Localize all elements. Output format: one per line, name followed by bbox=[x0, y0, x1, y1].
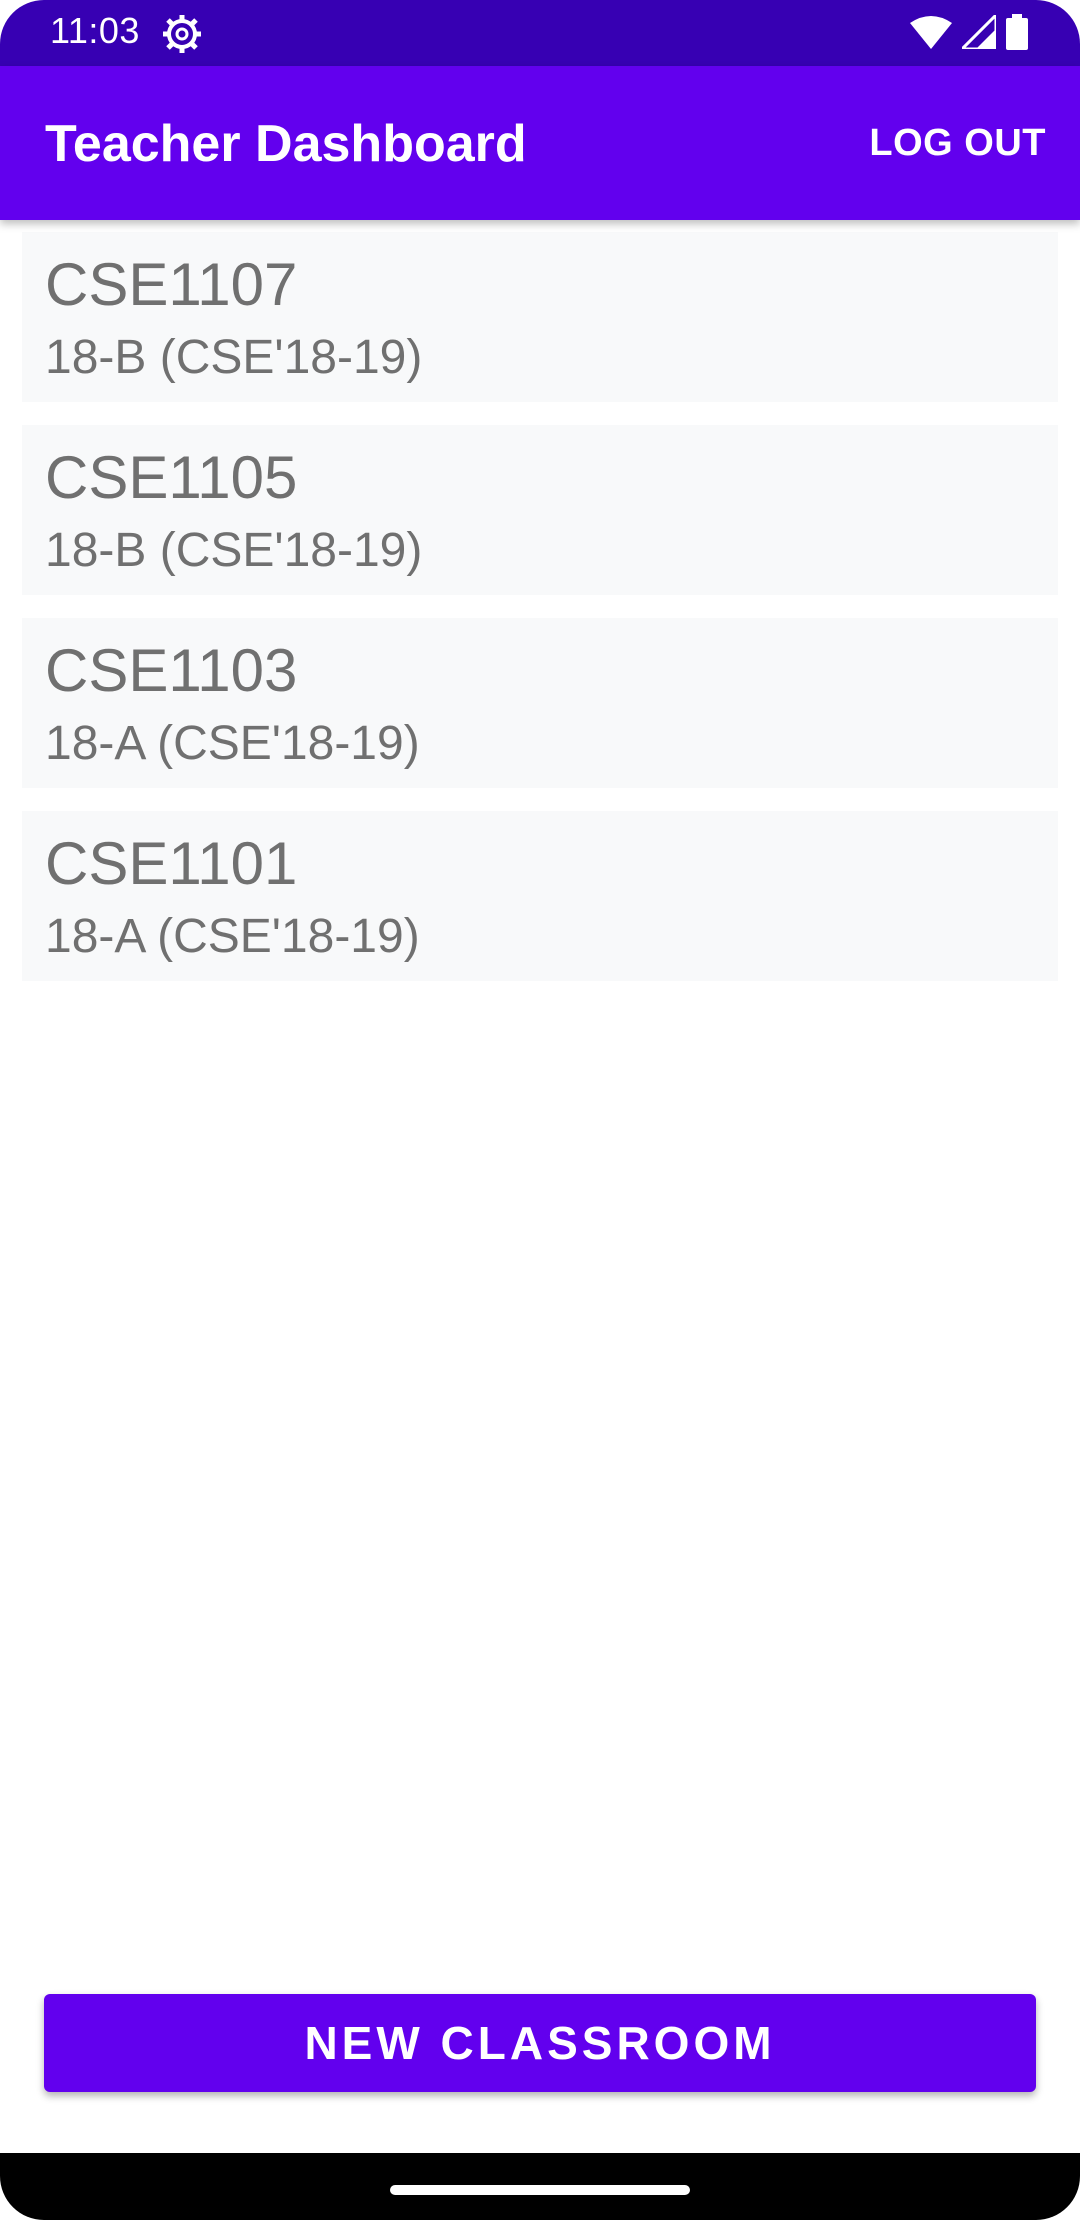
course-code: CSE1105 bbox=[45, 444, 298, 511]
signal-icon bbox=[958, 11, 998, 54]
course-section: 18-B (CSE'18-19) bbox=[45, 524, 423, 577]
home-handle[interactable] bbox=[390, 2185, 690, 2195]
battery-icon bbox=[1006, 14, 1028, 55]
course-item-cse1103[interactable]: CSE1103 18-A (CSE'18-19) bbox=[22, 618, 1058, 788]
course-section: 18-B (CSE'18-19) bbox=[45, 331, 423, 384]
course-code: CSE1103 bbox=[45, 637, 298, 704]
status-icons bbox=[910, 11, 1028, 55]
course-section: 18-A (CSE'18-19) bbox=[45, 910, 420, 963]
course-item-cse1105[interactable]: CSE1105 18-B (CSE'18-19) bbox=[22, 425, 1058, 595]
logout-button[interactable]: LOG OUT bbox=[869, 122, 1046, 165]
course-item-cse1107[interactable]: CSE1107 18-B (CSE'18-19) bbox=[22, 232, 1058, 402]
navigation-bar bbox=[0, 2153, 1080, 2220]
status-time: 11:03 bbox=[50, 10, 140, 51]
wifi-icon bbox=[910, 15, 952, 54]
course-item-cse1101[interactable]: CSE1101 18-A (CSE'18-19) bbox=[22, 811, 1058, 981]
course-code: CSE1107 bbox=[45, 251, 298, 318]
page-title: Teacher Dashboard bbox=[45, 115, 527, 173]
new-classroom-button[interactable]: NEW CLASSROOM bbox=[44, 1994, 1036, 2092]
screen: 11:03 Teacher Dashboard LOG OUT CSE1107 … bbox=[0, 0, 1080, 2220]
course-section: 18-A (CSE'18-19) bbox=[45, 717, 420, 770]
course-list: CSE1107 18-B (CSE'18-19) CSE1105 18-B (C… bbox=[22, 232, 1058, 1004]
gear-icon bbox=[162, 14, 202, 54]
course-code: CSE1101 bbox=[45, 830, 298, 897]
app-bar: Teacher Dashboard LOG OUT bbox=[0, 66, 1080, 220]
status-bar: 11:03 bbox=[0, 0, 1080, 66]
